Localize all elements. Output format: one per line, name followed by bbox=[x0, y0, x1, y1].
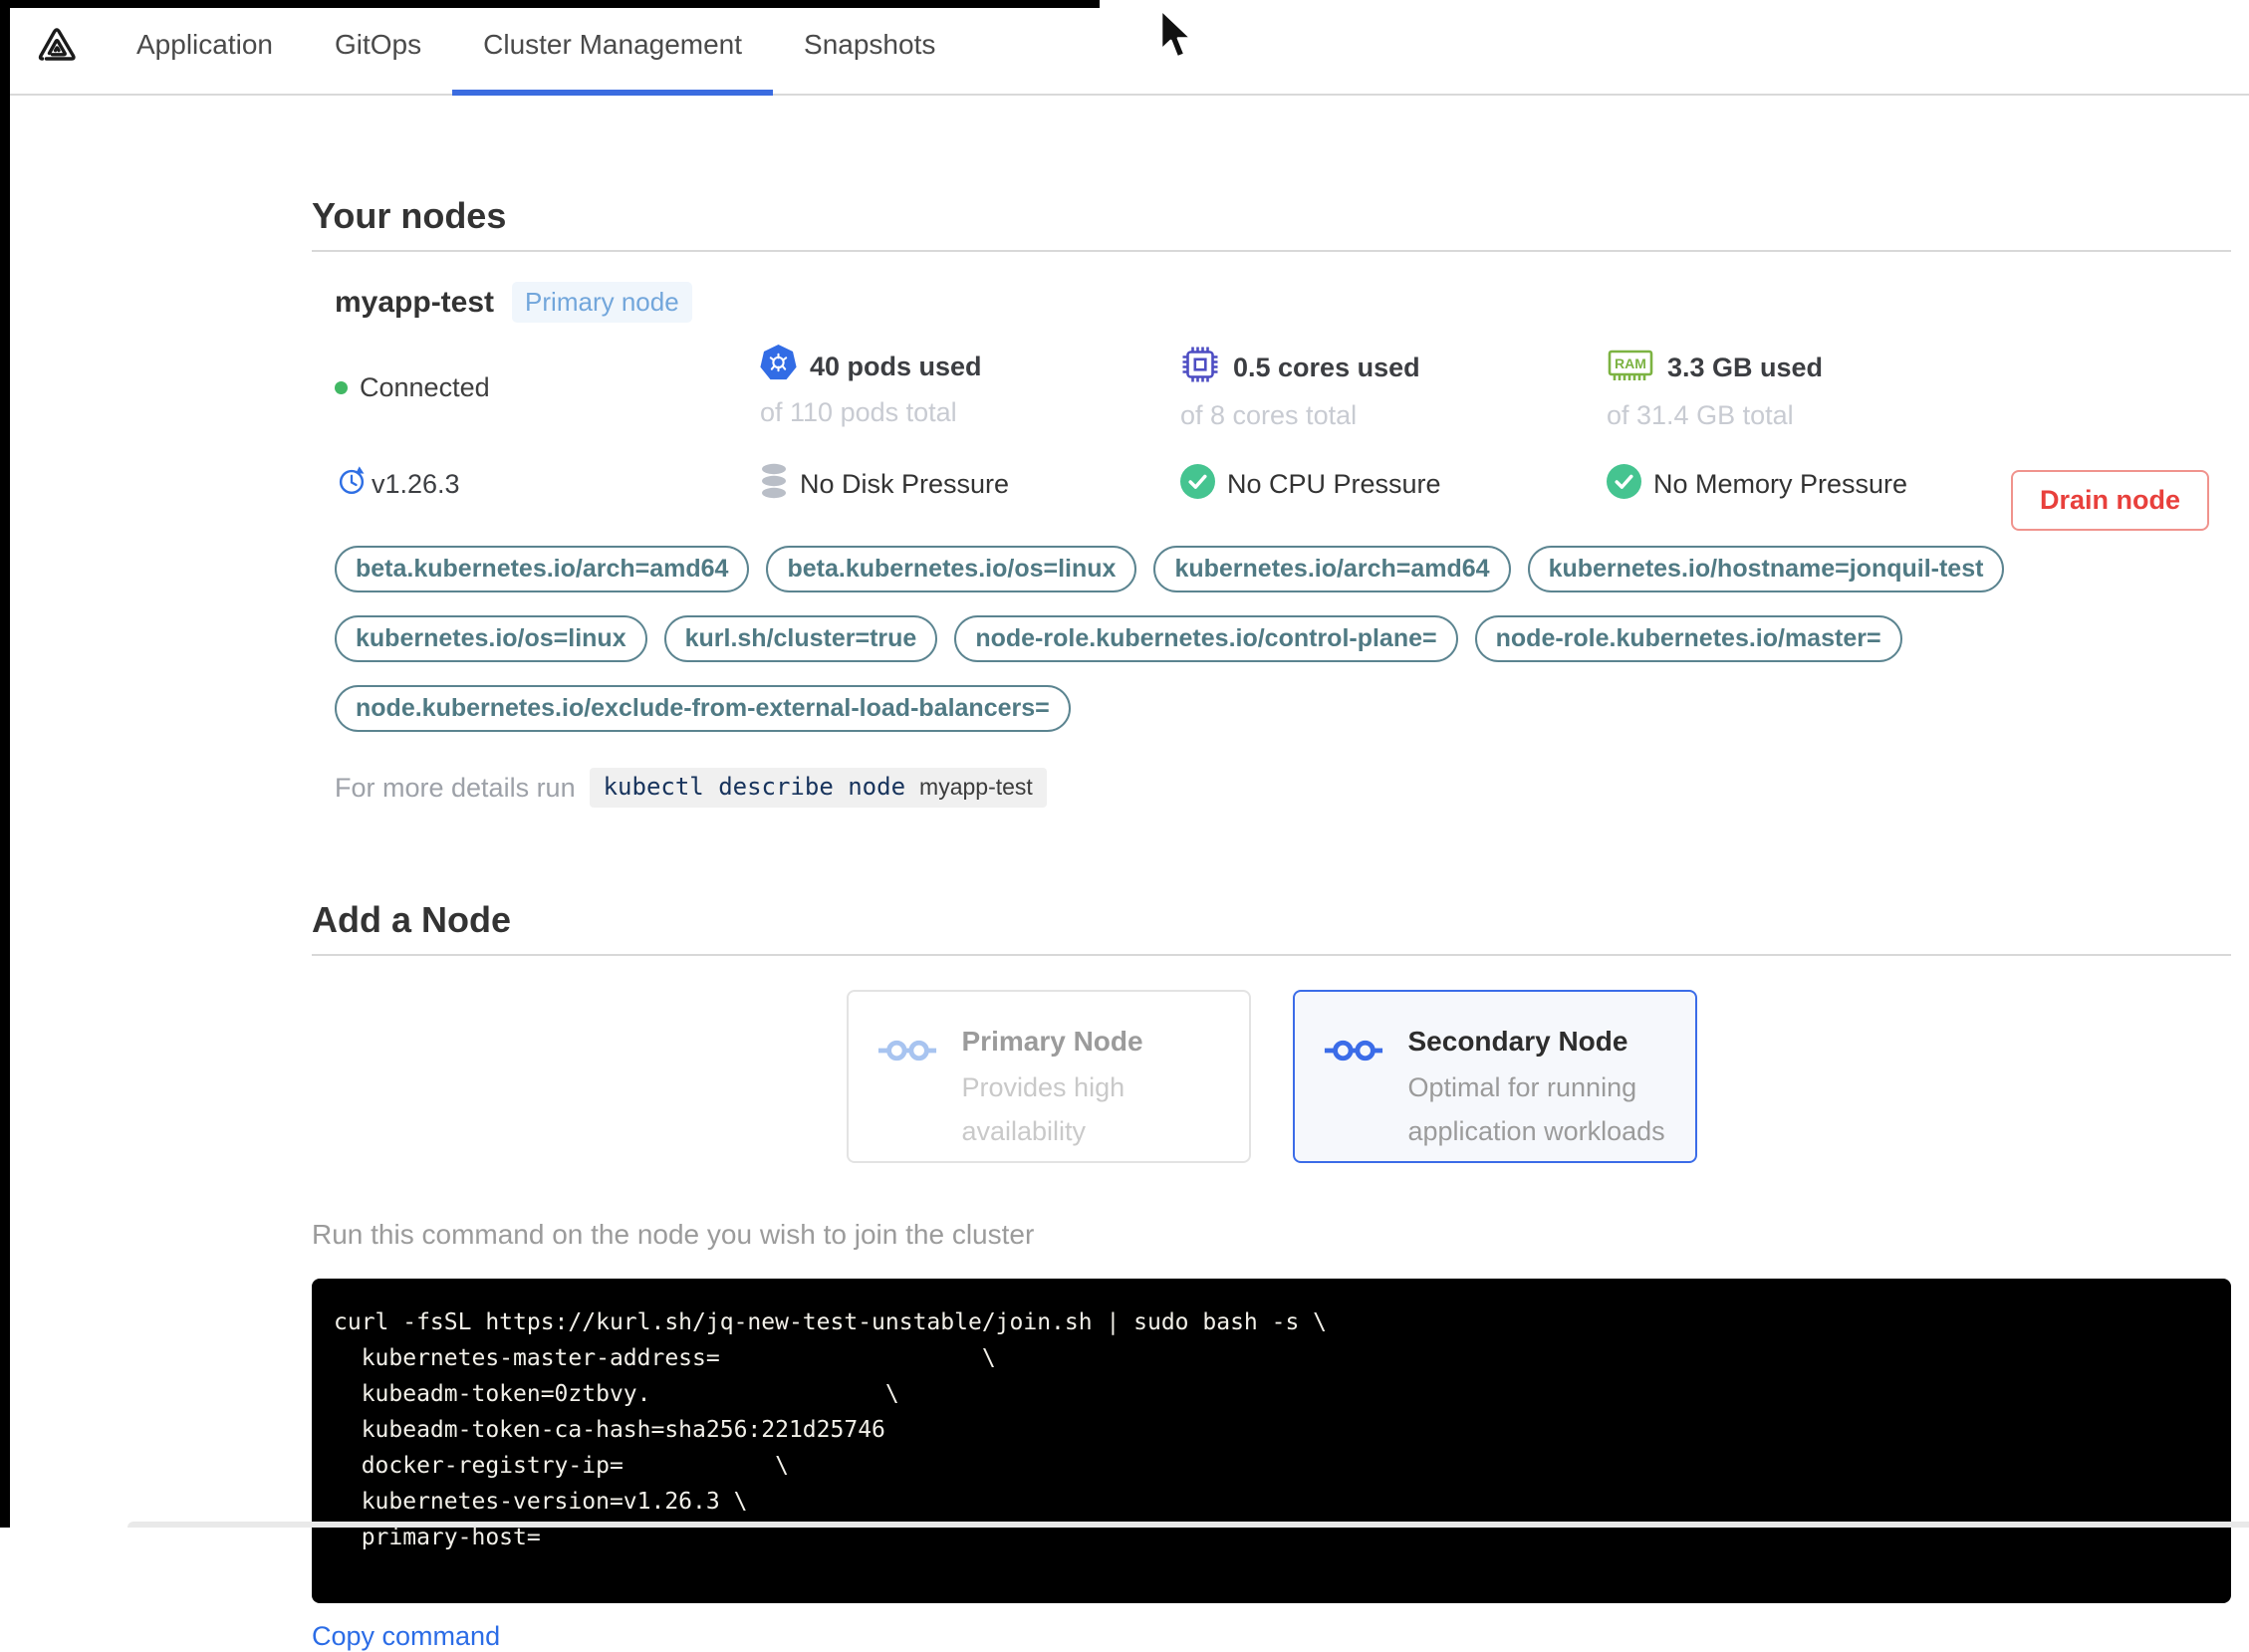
tab-cluster-management[interactable]: Cluster Management bbox=[452, 0, 774, 96]
node-label-pill: beta.kubernetes.io/os=linux bbox=[766, 546, 1137, 592]
node-stats-grid: Connected 40 pods used of 110 pods total bbox=[335, 345, 2231, 506]
node-version: v1.26.3 bbox=[335, 463, 760, 506]
screen-edge-left bbox=[0, 0, 10, 1528]
check-icon bbox=[1607, 463, 1641, 506]
kubectl-command: kubectl describe node bbox=[603, 773, 906, 801]
cpu-pressure-label: No CPU Pressure bbox=[1227, 469, 1441, 499]
node-card: myapp-test Primary node Connected 40 pod… bbox=[312, 252, 2231, 808]
command-line: kubernetes-version=v1.26.3 \ bbox=[334, 1489, 748, 1515]
secondary-node-option-desc: Optimal for running application workload… bbox=[1407, 1072, 1665, 1146]
replicated-logo[interactable] bbox=[34, 0, 80, 94]
command-line: curl -fsSL https://kurl.sh/jq-new-test-u… bbox=[334, 1309, 1327, 1335]
nav-tabs: Application GitOps Cluster Management Sn… bbox=[106, 0, 966, 96]
node-link-icon bbox=[876, 1038, 938, 1161]
ram-icon: RAM bbox=[1607, 345, 1654, 391]
join-instruction: Run this command on the node you wish to… bbox=[312, 1219, 1035, 1250]
section-divider bbox=[312, 954, 2231, 956]
node-label-pill: kurl.sh/cluster=true bbox=[663, 615, 938, 662]
top-nav: Application GitOps Cluster Management Sn… bbox=[0, 0, 2249, 96]
disk-icon bbox=[760, 463, 788, 506]
version-icon bbox=[335, 464, 369, 505]
cpu-pressure: No CPU Pressure bbox=[1180, 463, 1607, 506]
node-label-pill: beta.kubernetes.io/arch=amd64 bbox=[335, 546, 750, 592]
replicated-logo-icon bbox=[34, 22, 80, 73]
add-node-title: Add a Node bbox=[312, 899, 512, 940]
stat-memory-total: of 31.4 GB total bbox=[1607, 400, 1794, 430]
primary-node-option-desc: Provides high availability bbox=[961, 1072, 1125, 1146]
screen-edge-bottom bbox=[127, 1522, 2249, 1528]
node-version-label: v1.26.3 bbox=[372, 469, 460, 499]
primary-node-option-title: Primary Node bbox=[961, 1026, 1143, 1057]
stat-pods-total: of 110 pods total bbox=[760, 397, 957, 427]
tab-snapshots[interactable]: Snapshots bbox=[773, 0, 966, 96]
memory-pressure-label: No Memory Pressure bbox=[1653, 469, 1908, 499]
node-label-pill: node.kubernetes.io/exclude-from-external… bbox=[335, 685, 1071, 732]
command-line: kubeadm-token=0ztbvy. \ bbox=[334, 1381, 899, 1407]
stat-cores: 0.5 cores used of 8 cores total bbox=[1180, 345, 1607, 431]
node-link-icon bbox=[1323, 1038, 1384, 1161]
node-status: Connected bbox=[335, 345, 760, 431]
node-label-pill: kubernetes.io/os=linux bbox=[335, 615, 647, 662]
screen-edge-top bbox=[0, 0, 1100, 8]
node-label-pill: kubernetes.io/arch=amd64 bbox=[1153, 546, 1511, 592]
drain-node-button[interactable]: Drain node bbox=[2010, 470, 2209, 531]
secondary-node-option[interactable]: Secondary Node Optimal for running appli… bbox=[1292, 990, 1697, 1163]
disk-pressure-label: No Disk Pressure bbox=[800, 469, 1010, 499]
node-label-pill: kubernetes.io/hostname=jonquil-test bbox=[1527, 546, 2005, 592]
your-nodes-title: Your nodes bbox=[312, 195, 507, 236]
check-icon bbox=[1180, 463, 1215, 506]
node-labels: beta.kubernetes.io/arch=amd64 beta.kuber… bbox=[335, 546, 2028, 732]
node-name: myapp-test bbox=[335, 285, 495, 319]
tab-gitops[interactable]: GitOps bbox=[304, 0, 452, 96]
command-line: kubeadm-token-ca-hash=sha256:221d25746 bbox=[334, 1417, 885, 1443]
tab-application[interactable]: Application bbox=[106, 0, 304, 96]
copy-command-link[interactable]: Copy command bbox=[312, 1621, 500, 1652]
kubectl-node-name: myapp-test bbox=[919, 774, 1033, 800]
stat-memory: RAM 3.3 GB used of 31.4 GB total bbox=[1607, 345, 2231, 431]
secondary-node-option-title: Secondary Node bbox=[1407, 1026, 1628, 1057]
command-line: docker-registry-ip= \ bbox=[334, 1453, 789, 1479]
connected-dot-icon bbox=[335, 381, 348, 394]
join-command-terminal: curl -fsSL https://kurl.sh/jq-new-test-u… bbox=[312, 1279, 2231, 1603]
primary-node-option[interactable]: Primary Node Provides high availability bbox=[846, 990, 1251, 1163]
stat-cores-total: of 8 cores total bbox=[1180, 400, 1358, 430]
stat-memory-value: 3.3 GB used bbox=[1667, 353, 1824, 382]
stat-cores-value: 0.5 cores used bbox=[1233, 353, 1420, 382]
disk-pressure: No Disk Pressure bbox=[760, 463, 1180, 506]
svg-text:RAM: RAM bbox=[1615, 355, 1646, 371]
node-label-pill: node-role.kubernetes.io/master= bbox=[1474, 615, 1902, 662]
cluster-management-page: Your nodes myapp-test Primary node Conne… bbox=[312, 96, 2231, 1652]
kubernetes-icon bbox=[760, 345, 797, 388]
node-details-line: For more details run kubectl describe no… bbox=[335, 768, 2231, 808]
primary-node-badge: Primary node bbox=[512, 282, 692, 323]
stat-pods: 40 pods used of 110 pods total bbox=[760, 345, 1180, 431]
node-status-label: Connected bbox=[360, 372, 490, 402]
node-type-options: Primary Node Provides high availability … bbox=[312, 990, 2231, 1163]
stat-pods-value: 40 pods used bbox=[810, 351, 982, 381]
node-label-pill: node-role.kubernetes.io/control-plane= bbox=[954, 615, 1458, 662]
cpu-icon bbox=[1180, 345, 1220, 391]
command-line: kubernetes-master-address= \ bbox=[334, 1345, 996, 1371]
details-prefix: For more details run bbox=[335, 772, 576, 803]
kubectl-describe-chip: kubectl describe node myapp-test bbox=[589, 768, 1047, 808]
